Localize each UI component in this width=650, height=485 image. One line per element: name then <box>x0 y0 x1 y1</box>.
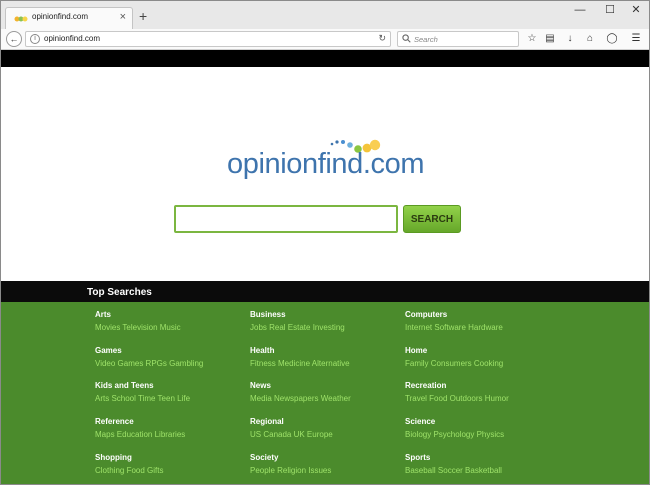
logo-text: opinionfind.com <box>227 148 425 180</box>
category-health: Health Fitness Medicine Alternative <box>250 346 350 370</box>
category-sports: Sports Baseball Soccer Basketball <box>405 453 502 477</box>
top-searches-title: Top Searches <box>87 287 152 298</box>
close-window-icon[interactable]: ✕ <box>621 4 649 16</box>
category-links[interactable]: Fitness Medicine Alternative <box>250 358 350 370</box>
category-title[interactable]: Business <box>250 310 345 320</box>
back-button[interactable]: ← <box>6 31 22 47</box>
category-title[interactable]: Computers <box>405 310 503 320</box>
category-links[interactable]: Arts School Time Teen Life <box>95 393 190 405</box>
category-title[interactable]: News <box>250 381 351 391</box>
category-title[interactable]: Recreation <box>405 381 509 391</box>
back-arrow-icon: ← <box>9 34 19 44</box>
category-title[interactable]: Science <box>405 417 504 427</box>
browser-window: opinionfind.com × + — ☐ ✕ ← i opinionfin… <box>0 0 650 485</box>
category-links[interactable]: Movies Television Music <box>95 322 181 334</box>
category-computers: Computers Internet Software Hardware <box>405 310 503 334</box>
category-links[interactable]: US Canada UK Europe <box>250 429 333 441</box>
tab-strip: opinionfind.com × + — ☐ ✕ <box>1 1 649 29</box>
download-icon[interactable]: ↓ <box>563 33 577 45</box>
category-games: Games Video Games RPGs Gambling <box>95 346 203 370</box>
category-links[interactable]: Baseball Soccer Basketball <box>405 465 502 477</box>
menu-icon[interactable]: ☰ <box>629 33 643 45</box>
top-searches-header: Top Searches <box>1 281 649 306</box>
tab-opinionfind[interactable]: opinionfind.com × <box>5 7 133 29</box>
category-recreation: Recreation Travel Food Outdoors Humor <box>405 381 509 405</box>
category-links[interactable]: People Religion Issues <box>250 465 331 477</box>
category-science: Science Biology Psychology Physics <box>405 417 504 441</box>
home-icon[interactable]: ⌂ <box>583 33 597 45</box>
browser-search-bar[interactable]: Search <box>397 31 519 47</box>
category-title[interactable]: Reference <box>95 417 185 427</box>
search-icon <box>402 34 411 43</box>
minimize-icon[interactable]: — <box>565 4 595 16</box>
category-links[interactable]: Video Games RPGs Gambling <box>95 358 203 370</box>
category-title[interactable]: Health <box>250 346 350 356</box>
search-input[interactable] <box>174 205 398 233</box>
page-content: opinionfind.com SEARCH Top Searches Arts… <box>1 50 649 484</box>
category-links[interactable]: Internet Software Hardware <box>405 322 503 334</box>
category-title[interactable]: Home <box>405 346 503 356</box>
navigation-bar: ← i opinionfind.com ↻ Search ☆ ▤ ↓ ⌂ ◯ ☰ <box>1 29 649 50</box>
category-title[interactable]: Games <box>95 346 203 356</box>
search-placeholder: Search <box>414 35 438 44</box>
bookmark-star-icon[interactable]: ☆ <box>525 33 539 45</box>
info-icon[interactable]: i <box>30 34 40 44</box>
pocket-icon[interactable]: ◯ <box>605 33 619 45</box>
category-reference: Reference Maps Education Libraries <box>95 417 185 441</box>
category-links[interactable]: Travel Food Outdoors Humor <box>405 393 509 405</box>
category-title[interactable]: Regional <box>250 417 333 427</box>
url-text[interactable]: opinionfind.com <box>44 34 100 43</box>
category-links[interactable]: Family Consumers Cooking <box>405 358 503 370</box>
category-title[interactable]: Kids and Teens <box>95 381 190 391</box>
new-tab-icon[interactable]: + <box>139 9 147 23</box>
category-business: Business Jobs Real Estate Investing <box>250 310 345 334</box>
tab-close-icon[interactable]: × <box>120 11 126 23</box>
category-links[interactable]: Media Newspapers Weather <box>250 393 351 405</box>
url-bar[interactable]: i opinionfind.com ↻ <box>25 31 391 47</box>
category-links[interactable]: Maps Education Libraries <box>95 429 185 441</box>
category-links[interactable]: Clothing Food Gifts <box>95 465 163 477</box>
reload-icon[interactable]: ↻ <box>378 33 386 44</box>
category-home: Home Family Consumers Cooking <box>405 346 503 370</box>
category-title[interactable]: Sports <box>405 453 502 463</box>
category-kids-and-teens: Kids and Teens Arts School Time Teen Lif… <box>95 381 190 405</box>
category-links[interactable]: Biology Psychology Physics <box>405 429 504 441</box>
category-links[interactable]: Jobs Real Estate Investing <box>250 322 345 334</box>
category-news: News Media Newspapers Weather <box>250 381 351 405</box>
site-logo[interactable]: opinionfind.com <box>225 139 445 190</box>
search-button[interactable]: SEARCH <box>403 205 461 233</box>
category-title[interactable]: Shopping <box>95 453 163 463</box>
category-arts: Arts Movies Television Music <box>95 310 181 334</box>
category-society: Society People Religion Issues <box>250 453 331 477</box>
category-shopping: Shopping Clothing Food Gifts <box>95 453 163 477</box>
category-regional: Regional US Canada UK Europe <box>250 417 333 441</box>
site-favicon-icon <box>14 16 28 22</box>
clipboard-icon[interactable]: ▤ <box>543 33 557 45</box>
top-searches-grid: Arts Movies Television Music Business Jo… <box>1 302 649 484</box>
top-black-bar <box>1 50 649 67</box>
category-title[interactable]: Society <box>250 453 331 463</box>
tab-title: opinionfind.com <box>32 12 89 21</box>
category-title[interactable]: Arts <box>95 310 181 320</box>
